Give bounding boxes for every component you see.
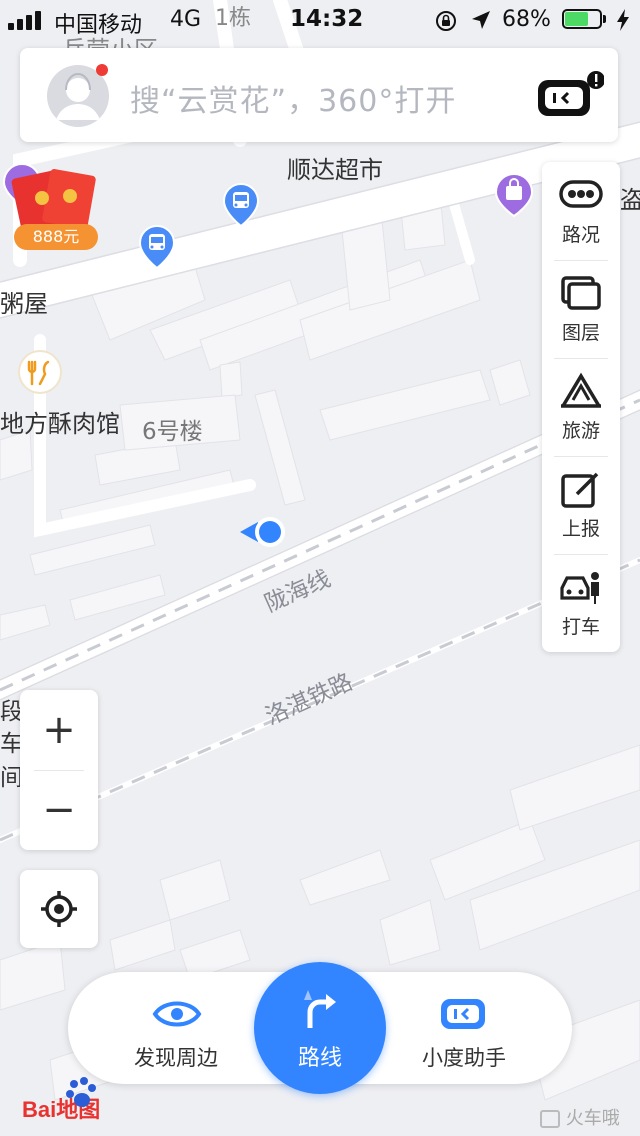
map-tools-panel: 路况 图层 旅游 上报 打车 <box>542 162 620 652</box>
zoom-controls: + − <box>20 690 98 850</box>
search-input[interactable]: 搜“云赏花”，360°打开 <box>130 76 456 120</box>
signal-icon <box>8 10 48 36</box>
bus-stop-icon[interactable] <box>138 224 176 270</box>
map-label-supermarket[interactable]: 顺达超市 <box>287 150 383 185</box>
network-label: 4G <box>170 7 202 32</box>
layers-icon <box>561 276 601 310</box>
red-packet-promo[interactable]: 888元 <box>10 168 98 252</box>
xiaodu-assistant-label: 小度助手 <box>422 1046 506 1070</box>
battery-percent: 68% <box>502 7 551 32</box>
locate-icon <box>41 891 77 927</box>
layers-label: 图层 <box>561 322 600 344</box>
layers-button[interactable]: 图层 <box>542 260 620 358</box>
report-label: 上报 <box>561 518 600 540</box>
paw-icon <box>66 1077 96 1107</box>
map-label-building6: 6号楼 <box>142 419 203 445</box>
traffic-button[interactable]: 路况 <box>542 162 620 260</box>
clock: 14:32 <box>290 6 364 32</box>
traffic-label: 路况 <box>561 224 600 246</box>
report-button[interactable]: 上报 <box>542 456 620 554</box>
notification-dot <box>96 64 108 76</box>
xiaodu-icon <box>441 999 485 1029</box>
avatar[interactable] <box>46 64 110 128</box>
route-button[interactable]: 路线 <box>254 962 386 1094</box>
taxi-button[interactable]: 打车 <box>542 554 620 652</box>
battery-icon <box>562 9 608 31</box>
xiaodu-assistant-icon[interactable] <box>534 70 605 122</box>
shopping-poi-icon[interactable] <box>494 172 534 218</box>
rotation-lock-icon <box>434 9 458 39</box>
charging-icon <box>616 9 630 37</box>
route-label: 路线 <box>297 1046 342 1071</box>
zoom-out-button[interactable]: − <box>20 770 98 850</box>
taxi-label: 打车 <box>561 616 600 638</box>
route-turn-icon <box>304 990 336 1028</box>
taxi-icon <box>560 572 599 604</box>
discover-nearby-button[interactable]: 发现周边 <box>96 972 256 1084</box>
baidu-map-logo: Bai地图 <box>22 1076 152 1122</box>
tourism-icon <box>561 372 601 408</box>
bus-stop-icon[interactable] <box>222 182 260 228</box>
zoom-in-button[interactable]: + <box>20 690 98 770</box>
locate-me-button[interactable] <box>20 870 98 948</box>
map-label-partial-right: 盗 <box>620 186 640 214</box>
red-packet-amount: 888元 <box>14 224 98 250</box>
map-label-restaurant[interactable]: 地方酥肉馆 <box>0 404 120 439</box>
report-icon <box>561 472 599 508</box>
tourism-label: 旅游 <box>561 420 600 442</box>
watermark: 火车哦 <box>540 1104 620 1130</box>
map-label-partial-left2: 车间 <box>0 731 20 791</box>
watermark-text: 火车哦 <box>565 1108 620 1129</box>
xiaodu-assistant-button[interactable]: 小度助手 <box>384 972 544 1084</box>
location-arrow-icon <box>470 9 492 37</box>
status-bar: 中国移动 4G 14:32 68% <box>0 0 640 40</box>
map-label-porridge[interactable]: 粥屋 <box>0 284 48 319</box>
traffic-icon <box>559 180 603 208</box>
search-bar[interactable]: 搜“云赏花”，360°打开 <box>20 48 618 142</box>
eye-icon <box>152 1001 202 1027</box>
current-location-marker <box>238 514 290 550</box>
discover-nearby-label: 发现周边 <box>134 1046 218 1070</box>
watermark-icon <box>540 1110 560 1128</box>
carrier-label: 中国移动 <box>54 13 143 38</box>
restaurant-icon[interactable] <box>18 350 62 394</box>
tourism-button[interactable]: 旅游 <box>542 358 620 456</box>
